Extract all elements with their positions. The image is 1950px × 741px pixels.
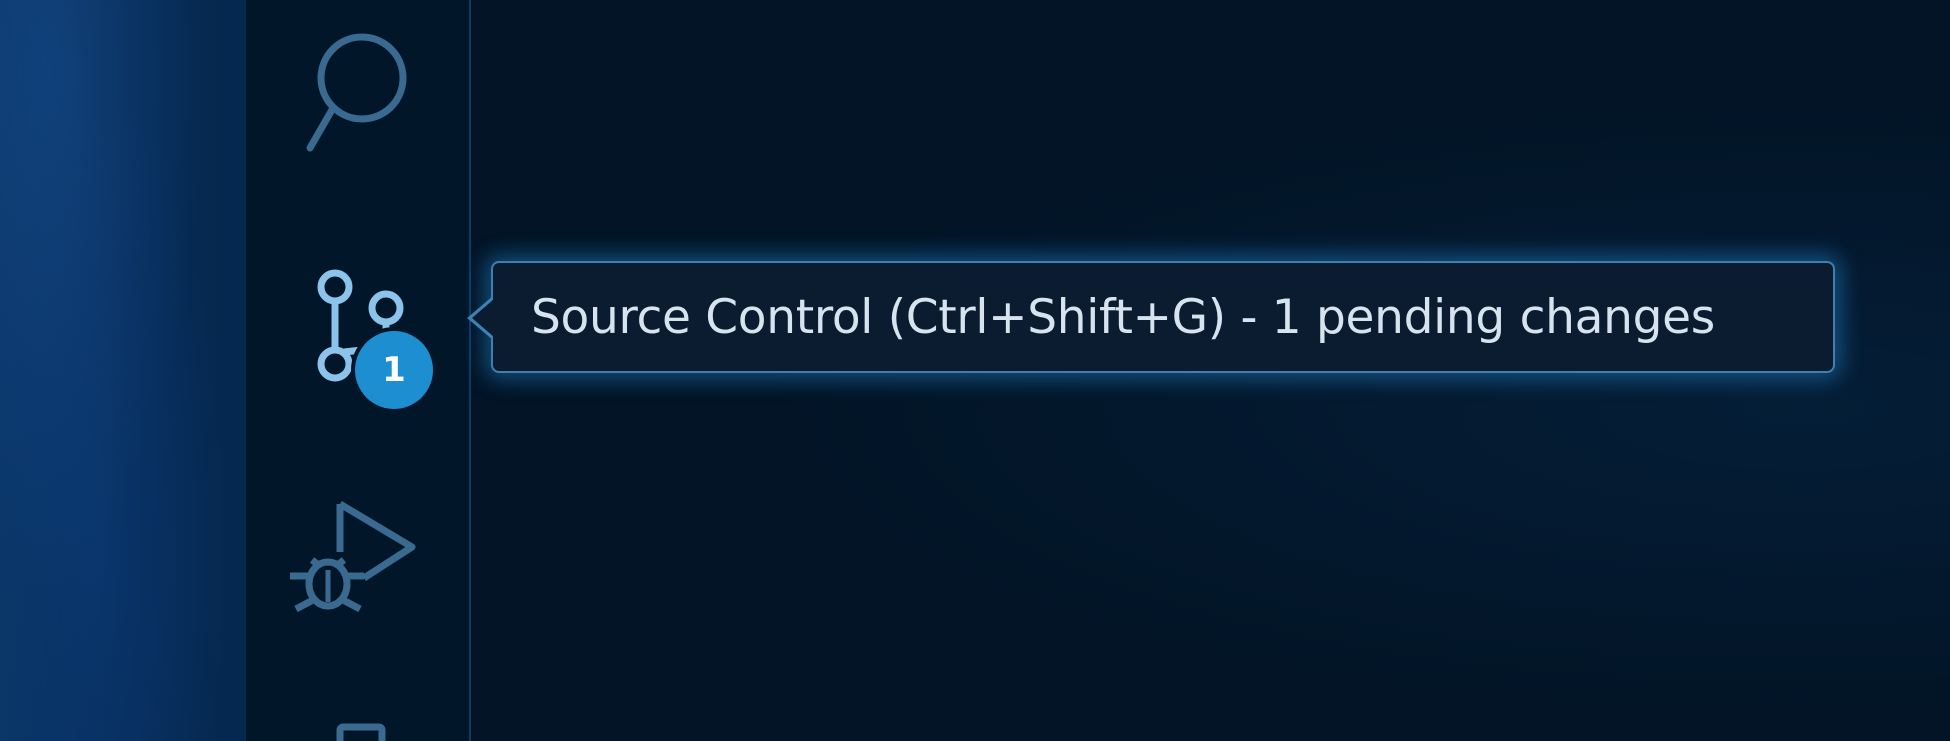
tooltip-text: Source Control (Ctrl+Shift+G) - 1 pendin… <box>531 289 1715 345</box>
activity-item-search[interactable] <box>282 20 432 160</box>
activity-item-run-debug[interactable] <box>282 490 432 620</box>
source-control-tooltip: Source Control (Ctrl+Shift+G) - 1 pendin… <box>491 261 1835 373</box>
vscode-window: 1 Source Control (Ctrl+Shift+G) - 1 pend… <box>0 0 1950 741</box>
activity-item-extensions[interactable] <box>282 715 432 741</box>
desktop-backdrop <box>0 0 246 741</box>
pending-changes-badge: 1 <box>355 331 433 409</box>
search-icon <box>306 33 407 152</box>
extensions-icon <box>336 723 386 741</box>
run-debug-icon <box>290 500 416 613</box>
tooltip-arrow-fill <box>472 299 494 337</box>
